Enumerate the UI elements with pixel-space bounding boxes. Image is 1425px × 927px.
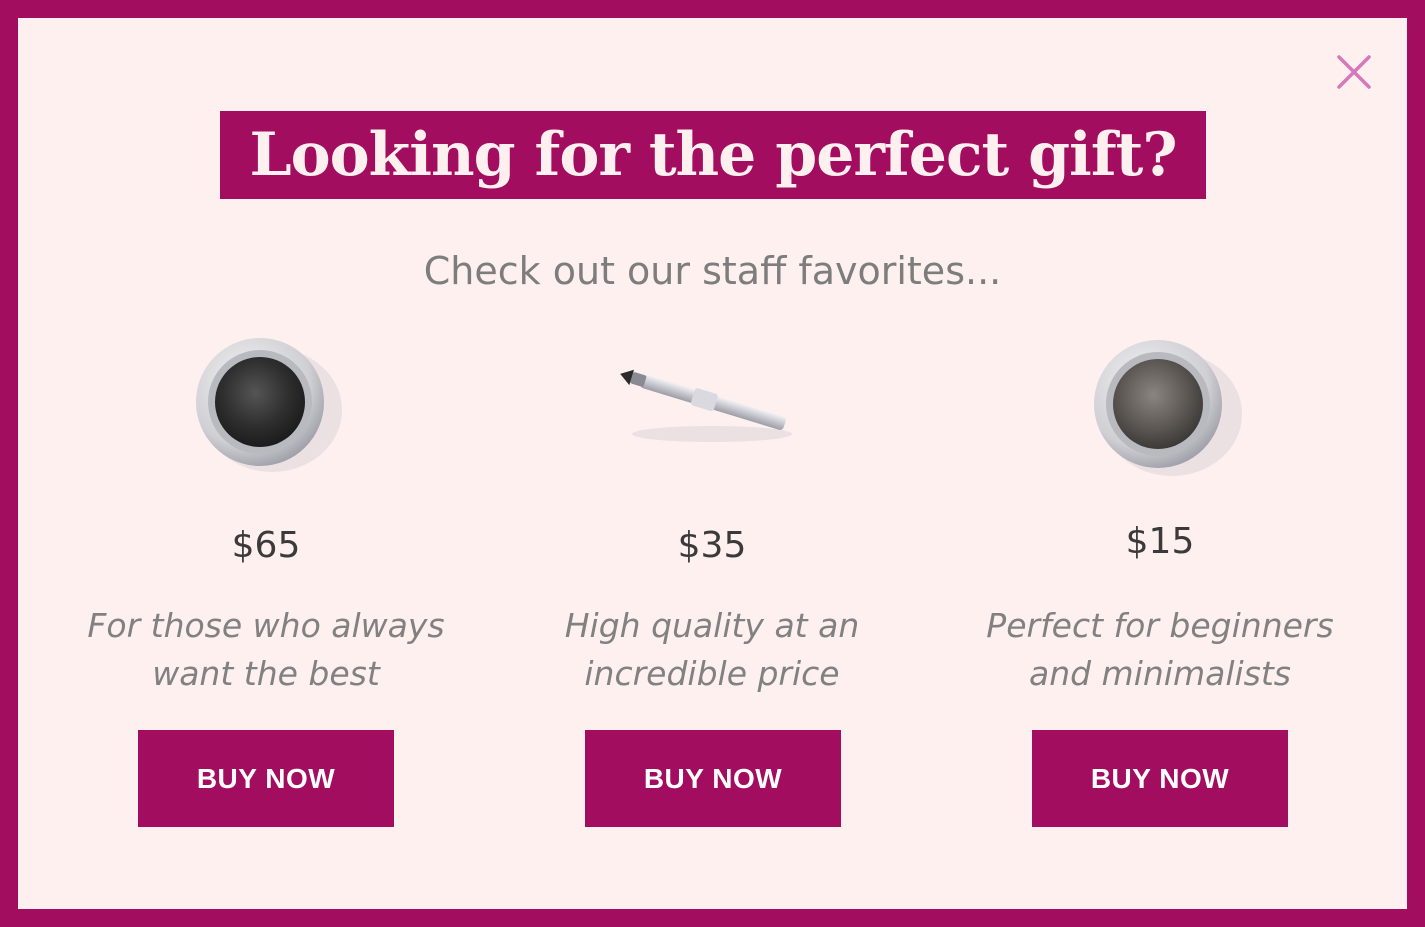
product-price: $15: [1125, 521, 1195, 562]
popup-subheadline: Check out our staff favorites...: [423, 249, 1002, 293]
product-image-eyeliner-pencil: [512, 330, 912, 490]
product-image-eyeshadow-black: [66, 330, 466, 490]
product-description: For those who always want the best: [66, 602, 466, 698]
product-price: $35: [677, 525, 747, 566]
product-description-line: want the best: [152, 654, 380, 693]
buy-now-button[interactable]: BUY NOW: [1032, 730, 1288, 827]
close-button[interactable]: [1336, 54, 1372, 90]
buy-now-button[interactable]: BUY NOW: [138, 730, 394, 827]
product-image-eyeshadow-gray: [960, 330, 1360, 490]
product-description-line: Perfect for beginners: [986, 606, 1334, 645]
headline-banner: Looking for the perfect gift?: [220, 111, 1206, 199]
product-description-line: and minimalists: [1028, 654, 1291, 693]
close-icon: [1337, 55, 1371, 89]
product-description-line: incredible price: [584, 654, 840, 693]
product-description: High quality at an incredible price: [512, 602, 912, 698]
product-price: $65: [231, 525, 301, 566]
popup-headline: Looking for the perfect gift?: [249, 120, 1177, 190]
product-description-line: High quality at an: [564, 606, 860, 645]
product-description: Perfect for beginners and minimalists: [960, 602, 1360, 698]
product-description-line: For those who always: [87, 606, 445, 645]
buy-now-button[interactable]: BUY NOW: [585, 730, 841, 827]
